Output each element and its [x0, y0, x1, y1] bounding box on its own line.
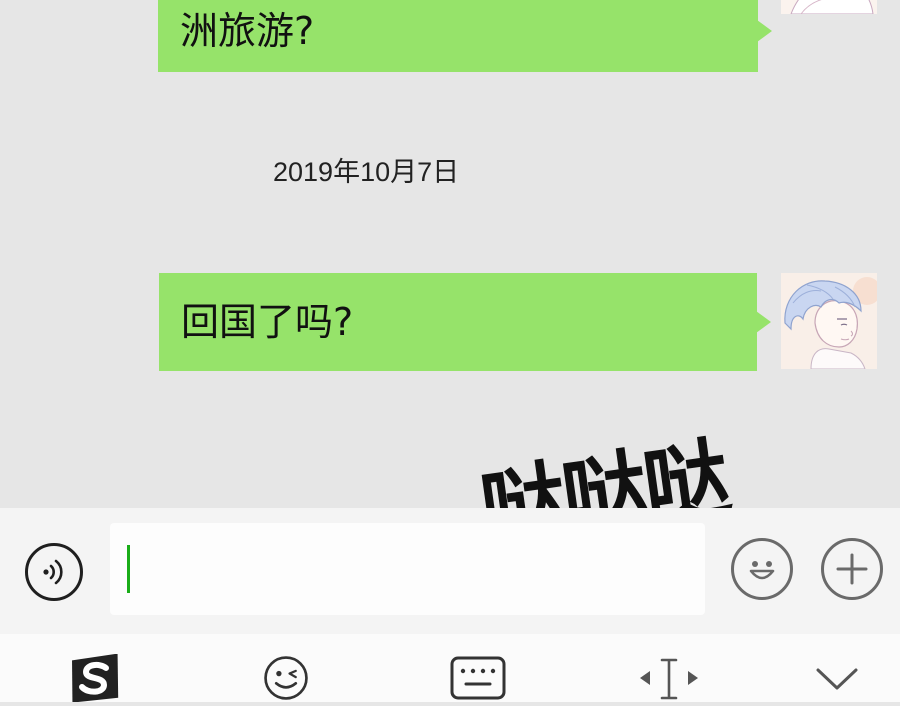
input-bar — [0, 508, 900, 634]
chat-area: 洲旅游? 2019年10月7日 回国了吗? — [0, 0, 900, 508]
emoji-smiley-icon — [749, 561, 775, 580]
voice-button[interactable] — [25, 543, 83, 601]
message-text: 回国了吗? — [181, 300, 354, 344]
avatar-illustration — [781, 0, 877, 14]
wink-emoji-icon[interactable] — [259, 654, 313, 706]
text-cursor-icon[interactable] — [636, 654, 702, 706]
avatar-illustration — [781, 273, 877, 369]
keyboard-icon[interactable] — [448, 654, 508, 706]
message-input[interactable] — [110, 523, 705, 615]
emoji-button[interactable] — [731, 538, 793, 600]
avatar[interactable] — [781, 273, 877, 369]
keyboard-toolbar — [0, 634, 900, 704]
chevron-down-icon[interactable] — [812, 660, 862, 704]
bubble-tail — [757, 20, 772, 42]
timestamp: 2019年10月7日 — [273, 157, 460, 187]
avatar[interactable] — [781, 0, 877, 14]
message-text: 洲旅游? — [180, 9, 315, 53]
message-bubble[interactable]: 回国了吗? — [159, 273, 771, 371]
voice-icon — [43, 559, 63, 585]
bubble-tail — [756, 311, 771, 333]
message-bubble[interactable]: 洲旅游? — [158, 0, 772, 72]
plus-icon — [836, 553, 868, 585]
sogou-logo-icon[interactable] — [66, 653, 126, 706]
plus-button[interactable] — [821, 538, 883, 600]
text-caret — [127, 545, 130, 593]
